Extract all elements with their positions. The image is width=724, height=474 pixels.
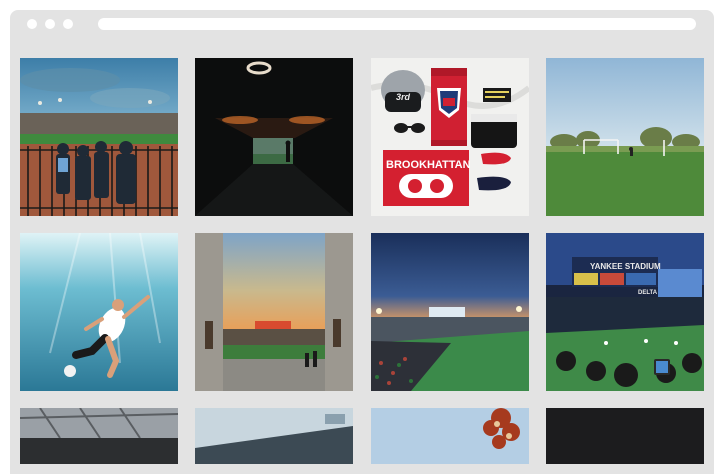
roof-truss-image	[20, 408, 178, 464]
delta-sign: DELTA	[638, 290, 658, 296]
photo-tile-dark[interactable]	[546, 408, 704, 464]
stands-image	[195, 408, 353, 464]
dark-image	[546, 408, 704, 464]
photo-tile-autumn-leaves[interactable]	[371, 408, 529, 464]
photo-grid: 3rd BROOKHATTAN YANKEE STADIUM DELTA	[10, 10, 714, 474]
photo-tile-crowded-stadium[interactable]	[371, 233, 529, 391]
stadium-gate-image	[195, 233, 353, 391]
flatlay-image: 3rd BROOKHATTAN	[371, 58, 529, 216]
photo-tile-stadium-gate[interactable]	[195, 233, 353, 391]
crowded-stadium-image	[371, 233, 529, 391]
underwater-image	[20, 233, 178, 391]
svg-text:BROOKHATTAN: BROOKHATTAN	[386, 159, 471, 171]
photo-tile-yankee-stadium[interactable]: YANKEE STADIUM DELTA	[546, 233, 704, 391]
photo-tile-roof-truss[interactable]	[20, 408, 178, 464]
photo-tile-stadium-fans[interactable]	[20, 58, 178, 216]
photo-tile-training-field[interactable]	[546, 58, 704, 216]
photo-tile-tunnel[interactable]	[195, 58, 353, 216]
browser-window: 3rd BROOKHATTAN YANKEE STADIUM DELTA	[10, 10, 714, 474]
training-field-image	[546, 58, 704, 216]
photo-tile-flatlay[interactable]: 3rd BROOKHATTAN	[371, 58, 529, 216]
svg-text:3rd: 3rd	[396, 92, 411, 102]
yankee-stadium-image: YANKEE STADIUM DELTA	[546, 233, 704, 391]
photo-tile-stands[interactable]	[195, 408, 353, 464]
photo-tile-underwater[interactable]	[20, 233, 178, 391]
tunnel-image	[195, 58, 353, 216]
stadium-fans-image	[20, 58, 178, 216]
autumn-leaves-image	[371, 408, 529, 464]
yankee-stadium-sign: YANKEE STADIUM	[590, 262, 661, 271]
